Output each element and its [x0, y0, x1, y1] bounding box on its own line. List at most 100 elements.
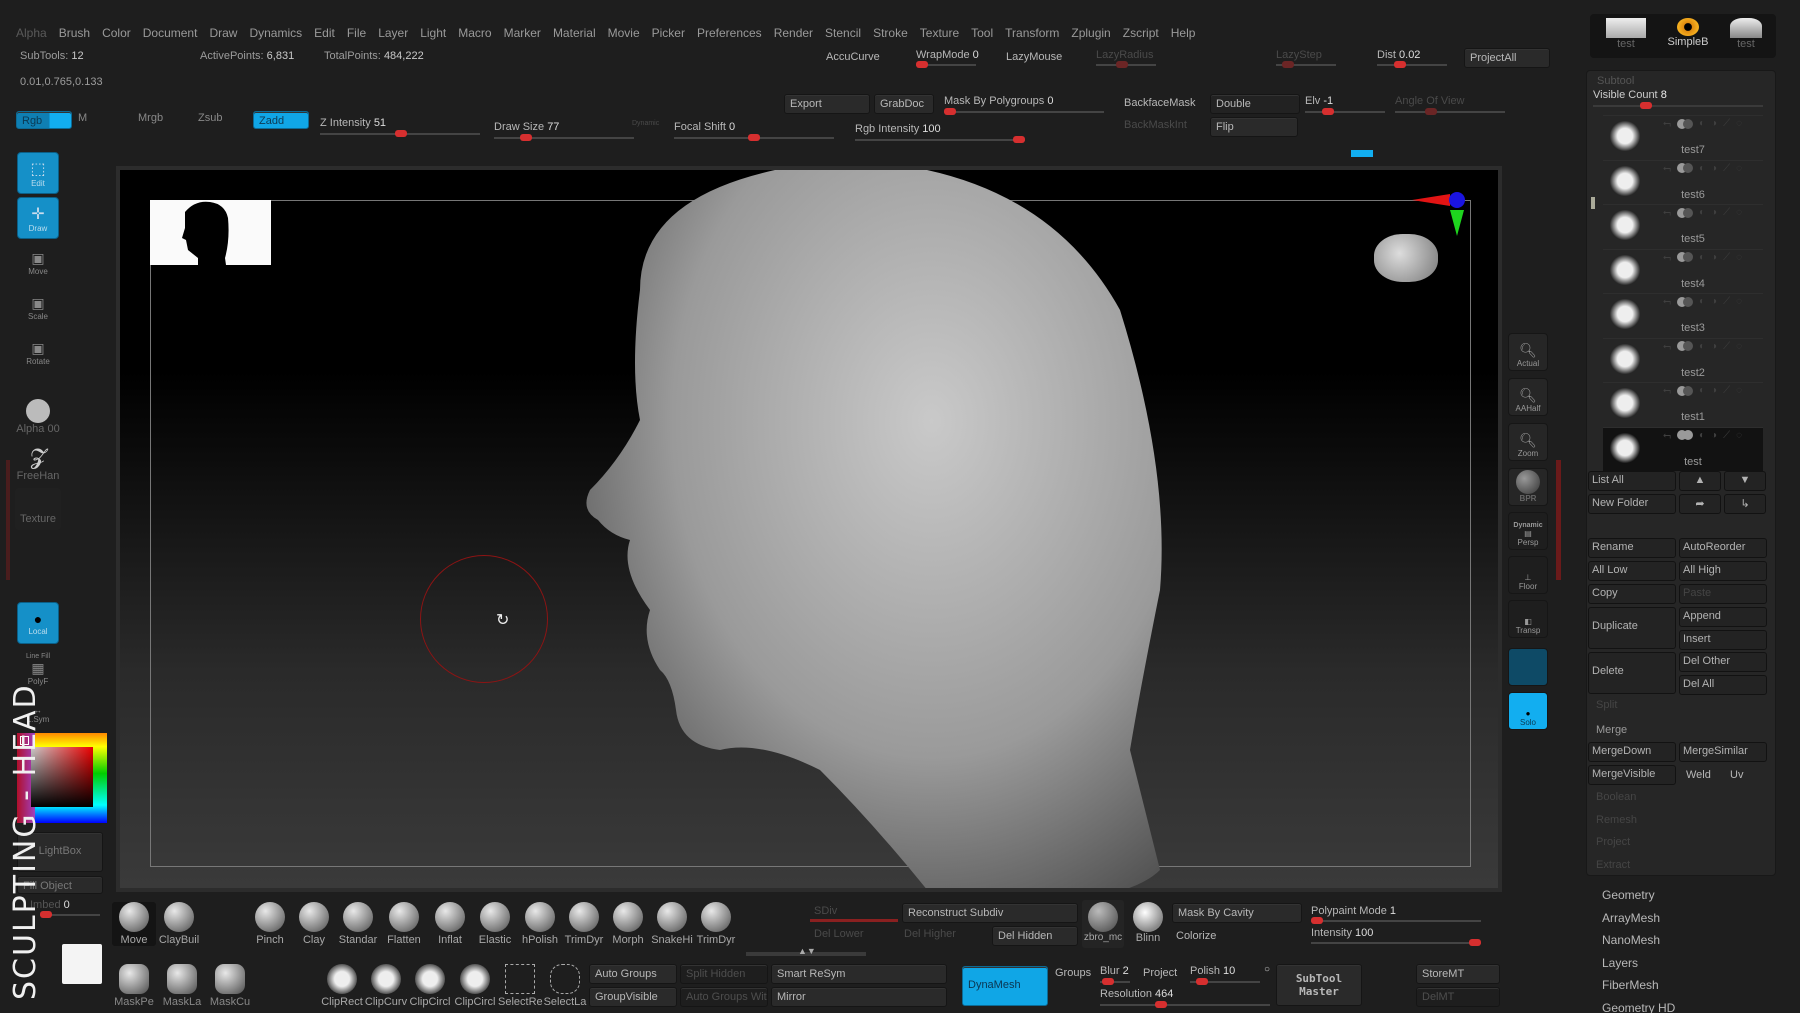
menu-color[interactable]: Color — [96, 22, 137, 44]
draw-button[interactable]: ✛ Draw — [17, 197, 59, 239]
submenu-geometry[interactable]: Geometry — [1602, 888, 1655, 902]
brush-pinch[interactable]: Pinch — [248, 902, 292, 946]
mask-by-cavity-button[interactable]: Mask By Cavity — [1172, 903, 1302, 923]
folder-arrow-icon[interactable]: ⮢ — [1663, 296, 1671, 307]
groups-toggle[interactable]: Groups — [1055, 967, 1091, 979]
brush-snakehi[interactable]: SnakeHi — [650, 902, 694, 946]
menu-brush[interactable]: Brush — [53, 22, 96, 44]
lock-icon[interactable]: ◌ — [1736, 118, 1742, 129]
m-toggle[interactable]: M — [78, 112, 87, 124]
floor-button[interactable]: ⊥ Floor — [1508, 556, 1548, 594]
solo-icon[interactable]: ◑ — [1711, 252, 1717, 263]
eye-icon[interactable] — [1683, 207, 1693, 218]
local-toggle[interactable]: ● Local — [17, 602, 59, 644]
arrow-right-button[interactable]: ➦ — [1679, 494, 1721, 514]
imbed-slider[interactable] — [40, 911, 100, 918]
solo-icon[interactable]: ◑ — [1711, 163, 1717, 174]
persp-button[interactable]: Dynamic ▤ Persp — [1508, 512, 1548, 550]
brush-icon[interactable]: ⟋ — [1723, 252, 1730, 263]
subtool-scrollbar[interactable] — [1591, 197, 1595, 209]
menu-zplugin[interactable]: Zplugin — [1065, 22, 1116, 44]
menu-stroke[interactable]: Stroke — [867, 22, 914, 44]
clip-brush-clipcurv[interactable]: ClipCurv — [364, 964, 408, 1008]
subtool-master-button[interactable]: SubTool Master — [1276, 964, 1362, 1006]
polypaint-icon[interactable]: ◐ — [1699, 207, 1705, 218]
submenu-layers[interactable]: Layers — [1602, 956, 1638, 970]
auto-groups-with-uv-button[interactable]: Auto Groups Wit — [680, 987, 768, 1007]
menu-draw[interactable]: Draw — [203, 22, 243, 44]
blinn-material[interactable]: Blinn — [1130, 900, 1166, 948]
mergesimilar-button[interactable]: MergeSimilar — [1679, 742, 1767, 762]
eye-icon[interactable] — [1683, 430, 1693, 440]
solo-icon[interactable]: ◑ — [1711, 430, 1717, 441]
merge-section[interactable]: Merge — [1596, 724, 1627, 736]
transp-button[interactable]: ◧ Transp — [1508, 600, 1548, 638]
menu-zscript[interactable]: Zscript — [1117, 22, 1165, 44]
menu-render[interactable]: Render — [768, 22, 819, 44]
split-section[interactable]: Split — [1596, 699, 1617, 711]
brush-icon[interactable]: ⟋ — [1723, 385, 1730, 396]
arrow-down-right-button[interactable]: ↳ — [1724, 494, 1766, 514]
menu-dynamics[interactable]: Dynamics — [243, 22, 308, 44]
lock-icon[interactable]: ◌ — [1736, 430, 1742, 441]
menu-tool[interactable]: Tool — [965, 22, 999, 44]
dist-slider[interactable] — [1377, 61, 1447, 68]
mergevisible-button[interactable]: MergeVisible — [1588, 765, 1676, 785]
polypaint-icon[interactable]: ◐ — [1699, 385, 1705, 396]
subtool-item[interactable]: ⮢ ◐ ◑ ⟋ ◌ test3 — [1603, 293, 1763, 337]
polypaint-icon[interactable]: ◐ — [1699, 296, 1705, 307]
submenu-fibermesh[interactable]: FiberMesh — [1602, 978, 1659, 992]
bpr-button[interactable]: BPR — [1508, 468, 1548, 506]
project-section[interactable]: Project — [1596, 836, 1630, 848]
alpha-selector[interactable]: Alpha 00 — [15, 396, 61, 438]
lock-icon[interactable]: ◌ — [1736, 296, 1742, 307]
zadd-toggle[interactable]: Zadd — [253, 111, 309, 129]
brush-claybuil[interactable]: ClayBuil — [157, 902, 201, 946]
menu-layer[interactable]: Layer — [372, 22, 414, 44]
del-lower-button[interactable]: Del Lower — [814, 928, 864, 940]
secondary-color-swatch[interactable] — [62, 944, 102, 984]
polypaint-icon[interactable]: ◐ — [1699, 341, 1705, 352]
submenu-nanomesh[interactable]: NanoMesh — [1602, 933, 1660, 947]
sculpted-head-model[interactable] — [120, 170, 1502, 892]
brush-icon[interactable]: ⟋ — [1723, 207, 1730, 218]
intensity-slider[interactable] — [1311, 939, 1481, 946]
mask-brush-maskla[interactable]: MaskLa — [160, 964, 204, 1008]
mask-brush-maskcu[interactable]: MaskCu — [208, 964, 252, 1008]
scale-button[interactable]: ▣ Scale — [17, 287, 59, 329]
folder-arrow-icon[interactable]: ⮢ — [1663, 207, 1671, 218]
material-selector[interactable]: zbro_mc — [1082, 900, 1124, 948]
document-canvas[interactable]: ↻ — [116, 166, 1502, 892]
menu-light[interactable]: Light — [414, 22, 452, 44]
folder-arrow-icon[interactable]: ⮢ — [1663, 118, 1671, 129]
polish-mode-icon[interactable]: ○ — [1264, 964, 1270, 975]
brush-icon[interactable]: ⟋ — [1723, 430, 1730, 441]
wrapmode-slider[interactable] — [916, 61, 976, 68]
project-toggle[interactable]: Project — [1143, 967, 1177, 979]
brush-morph[interactable]: Morph — [606, 902, 650, 946]
group-visible-button[interactable]: GroupVisible — [589, 987, 677, 1007]
paste-button[interactable]: Paste — [1679, 584, 1767, 604]
angle-of-view-slider[interactable] — [1395, 108, 1505, 115]
lock-icon[interactable]: ◌ — [1736, 385, 1742, 396]
lock-icon[interactable]: ◌ — [1736, 163, 1742, 174]
solo-icon[interactable]: ◑ — [1711, 385, 1717, 396]
menu-document[interactable]: Document — [137, 22, 204, 44]
all-high-button[interactable]: All High — [1679, 561, 1767, 581]
subtool-item[interactable]: ⮢ ◐ ◑ ⟋ ◌ test4 — [1603, 248, 1763, 293]
clip-brush-cliprect[interactable]: ClipRect — [320, 964, 364, 1008]
lock-icon[interactable]: ◌ — [1736, 252, 1742, 263]
right-tray-handle[interactable] — [1556, 460, 1561, 580]
zsub-toggle[interactable]: Zsub — [198, 112, 222, 124]
solo-icon[interactable]: ◑ — [1711, 207, 1717, 218]
eye-icon[interactable] — [1683, 341, 1693, 351]
clip-brush-clipcircl[interactable]: ClipCircl — [453, 964, 497, 1008]
subtool-item[interactable]: ⮢ ◐ ◑ ⟋ ◌ test1 — [1603, 382, 1763, 426]
brush-trimdyr[interactable]: TrimDyr — [694, 902, 738, 946]
delete-button[interactable]: Delete — [1588, 652, 1676, 694]
lazyradius-slider[interactable] — [1096, 61, 1156, 68]
rename-button[interactable]: Rename — [1588, 538, 1676, 558]
down-arrow-button[interactable]: ▼ — [1724, 471, 1766, 491]
sdiv-slider[interactable] — [810, 919, 898, 922]
delmt-button[interactable]: DelMT — [1416, 987, 1500, 1007]
